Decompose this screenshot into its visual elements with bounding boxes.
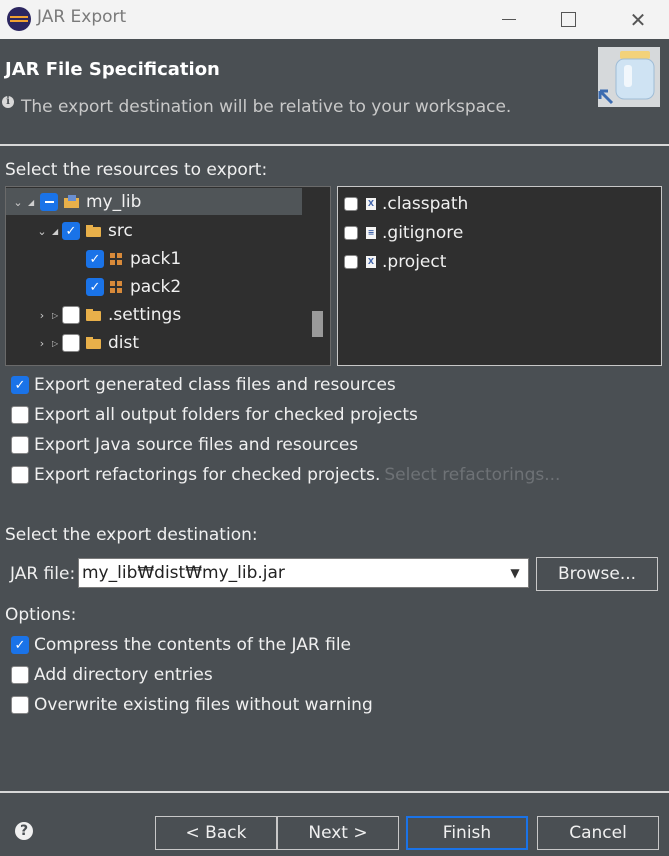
footer-separator — [0, 791, 669, 793]
project-icon — [64, 195, 80, 209]
maximize-icon — [560, 12, 576, 27]
back-button[interactable]: < Back — [155, 816, 277, 850]
export-source-files-option[interactable]: Export Java source files and resources — [11, 432, 358, 458]
unchecked-checkbox[interactable] — [11, 696, 29, 714]
window-title: JAR Export — [37, 7, 127, 27]
tree-item-label: pack1 — [130, 249, 182, 269]
export-class-files-option[interactable]: ✓ Export generated class files and resou… — [11, 372, 396, 398]
expanded-icon[interactable]: ⌄ — [36, 225, 48, 238]
xml-file-icon: X — [366, 197, 376, 210]
expanded-marker-icon: ◢ — [28, 197, 35, 207]
collapsed-icon[interactable]: › — [36, 309, 48, 322]
file-item-label: .project — [382, 251, 447, 272]
unchecked-checkbox[interactable] — [62, 334, 80, 352]
tree-item-label: my_lib — [86, 192, 142, 212]
expanded-marker-icon: ◢ — [52, 226, 59, 236]
unchecked-checkbox[interactable] — [11, 406, 29, 424]
source-folder-icon — [86, 225, 102, 237]
tree-item-pack1[interactable]: ✓ pack1 — [86, 245, 181, 273]
tree-item-label: pack2 — [130, 277, 182, 297]
header-separator — [0, 144, 669, 146]
checked-checkbox[interactable]: ✓ — [86, 250, 104, 268]
resources-label: Select the resources to export: — [5, 160, 268, 180]
close-button[interactable]: ✕ — [615, 0, 661, 39]
tree-item-settings[interactable]: › ▷ .settings — [36, 301, 181, 329]
option-label: Export refactorings for checked projects… — [34, 465, 381, 485]
help-icon[interactable]: ? — [15, 822, 33, 840]
select-refactorings-link: Select refactorings... — [384, 465, 561, 485]
export-refactorings-option[interactable]: Export refactorings for checked projects… — [11, 462, 560, 488]
collapsed-marker-icon: ▷ — [52, 338, 59, 348]
tree-scrollbar[interactable] — [308, 187, 330, 365]
finish-button[interactable]: Finish — [406, 816, 528, 850]
option-label: Overwrite existing files without warning — [34, 695, 373, 715]
compress-option[interactable]: ✓ Compress the contents of the JAR file — [11, 632, 351, 658]
tree-item-src[interactable]: ⌄ ◢ ✓ src — [36, 217, 133, 245]
option-label: Export Java source files and resources — [34, 435, 359, 455]
option-label: Compress the contents of the JAR file — [34, 635, 352, 655]
collapsed-icon[interactable]: › — [36, 337, 48, 350]
minimize-button[interactable] — [486, 0, 532, 39]
package-icon — [110, 281, 122, 293]
folder-icon — [86, 337, 102, 349]
export-output-folders-option[interactable]: Export all output folders for checked pr… — [11, 402, 418, 428]
cancel-button[interactable]: Cancel — [537, 816, 659, 850]
checked-checkbox[interactable]: ✓ — [11, 636, 29, 654]
option-label: Export generated class files and resourc… — [34, 375, 396, 395]
file-item-label: .classpath — [382, 193, 469, 214]
browse-button[interactable]: Browse... — [536, 557, 658, 591]
unchecked-checkbox[interactable] — [62, 306, 80, 324]
close-icon: ✕ — [629, 7, 647, 32]
partial-checkbox[interactable] — [40, 193, 58, 211]
file-item-gitignore[interactable]: ≡ .gitignore — [344, 218, 463, 247]
overwrite-option[interactable]: Overwrite existing files without warning — [11, 692, 373, 718]
jar-file-label: JAR file: — [10, 564, 76, 584]
resource-tree[interactable]: ⌄ ◢ my_lib ⌄ ◢ ✓ src ✓ pack1 ✓ pack2 › ▷… — [5, 186, 331, 366]
tree-item-label: .settings — [108, 305, 182, 325]
unchecked-checkbox[interactable] — [11, 466, 29, 484]
wizard-header: JAR File Specification i The export dest… — [0, 39, 669, 145]
jar-file-input[interactable]: my_lib₩dist₩my_lib.jar — [82, 563, 285, 583]
unchecked-checkbox[interactable] — [11, 666, 29, 684]
tree-item-label: src — [108, 221, 133, 241]
jar-wizard-icon — [598, 47, 660, 107]
collapsed-marker-icon: ▷ — [52, 310, 59, 320]
unchecked-checkbox[interactable] — [344, 196, 358, 211]
header-message: The export destination will be relative … — [21, 97, 512, 117]
directory-entries-option[interactable]: Add directory entries — [11, 662, 213, 688]
unchecked-checkbox[interactable] — [11, 436, 29, 454]
maximize-button[interactable] — [545, 0, 591, 39]
eclipse-icon — [7, 7, 31, 31]
destination-label: Select the export destination: — [5, 525, 258, 545]
checked-checkbox[interactable]: ✓ — [62, 222, 80, 240]
jar-file-combo[interactable]: my_lib₩dist₩my_lib.jar ▼ — [78, 558, 529, 588]
file-item-classpath[interactable]: X .classpath — [344, 189, 468, 218]
unchecked-checkbox[interactable] — [344, 254, 358, 269]
tree-scrollbar-thumb[interactable] — [312, 311, 323, 337]
tree-item-label: dist — [108, 333, 140, 353]
option-label: Export all output folders for checked pr… — [34, 405, 418, 425]
tree-item-my-lib[interactable]: ⌄ ◢ my_lib — [12, 188, 141, 216]
checked-checkbox[interactable]: ✓ — [86, 278, 104, 296]
folder-icon — [86, 309, 102, 321]
title-bar: JAR Export ✕ — [0, 0, 669, 39]
xml-file-icon: X — [366, 255, 376, 268]
file-item-label: .gitignore — [382, 222, 464, 243]
info-icon: i — [2, 96, 14, 108]
unchecked-checkbox[interactable] — [344, 225, 358, 240]
tree-item-dist[interactable]: › ▷ dist — [36, 329, 139, 357]
file-list[interactable]: X .classpath ≡ .gitignore X .project — [337, 186, 662, 366]
next-button[interactable]: Next > — [277, 816, 399, 850]
package-icon — [110, 253, 122, 265]
option-label: Add directory entries — [34, 665, 213, 685]
chevron-down-icon[interactable]: ▼ — [502, 559, 528, 587]
checked-checkbox[interactable]: ✓ — [11, 376, 29, 394]
page-title: JAR File Specification — [5, 59, 220, 80]
minimize-icon — [502, 19, 516, 20]
file-item-project[interactable]: X .project — [344, 247, 446, 276]
tree-item-pack2[interactable]: ✓ pack2 — [86, 273, 181, 301]
expanded-icon[interactable]: ⌄ — [12, 196, 24, 209]
text-file-icon: ≡ — [366, 226, 376, 239]
options-label: Options: — [5, 605, 77, 625]
